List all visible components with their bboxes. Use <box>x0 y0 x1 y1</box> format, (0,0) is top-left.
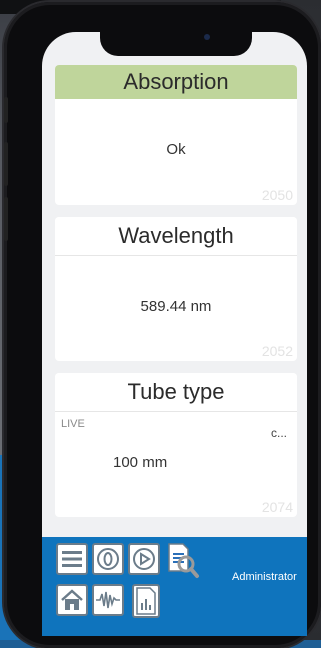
card-value: Ok <box>166 141 186 158</box>
card-title: Absorption <box>55 65 297 99</box>
waveform-icon[interactable] <box>92 584 124 616</box>
more-options[interactable]: c... <box>271 426 287 440</box>
card-id: 2074 <box>261 499 293 515</box>
phone-notch <box>100 32 252 56</box>
card-value: 100 mm <box>113 454 168 471</box>
card-id: 2052 <box>261 343 293 359</box>
document-search-icon[interactable] <box>166 543 199 578</box>
wavelength-card[interactable]: Wavelength 589.44 nm 2052 <box>55 217 297 361</box>
phone-side-button <box>4 97 8 123</box>
phone-side-button <box>4 142 8 186</box>
tube-type-card[interactable]: Tube type LIVE c... 100 mm 2074 <box>55 373 297 517</box>
home-icon[interactable] <box>56 584 88 616</box>
report-icon[interactable] <box>132 584 160 618</box>
app-screen: Absorption Ok 2050 Wavelength 589.44 nm … <box>42 32 307 636</box>
menu-icon[interactable] <box>56 543 88 575</box>
absorption-card[interactable]: Absorption Ok 2050 <box>55 65 297 205</box>
camera-icon <box>204 34 210 40</box>
user-label[interactable]: Administrator <box>232 571 297 583</box>
play-icon[interactable] <box>128 543 160 575</box>
card-id: 2050 <box>261 187 293 203</box>
card-title: Wavelength <box>55 217 297 256</box>
bottom-toolbar: Administrator <box>42 537 307 636</box>
card-value: 589.44 nm <box>140 298 212 315</box>
zero-icon[interactable] <box>92 543 124 575</box>
phone-frame: Absorption Ok 2050 Wavelength 589.44 nm … <box>4 2 321 648</box>
card-title: Tube type <box>55 373 297 412</box>
phone-side-button <box>4 197 8 241</box>
live-label: LIVE <box>61 418 85 430</box>
